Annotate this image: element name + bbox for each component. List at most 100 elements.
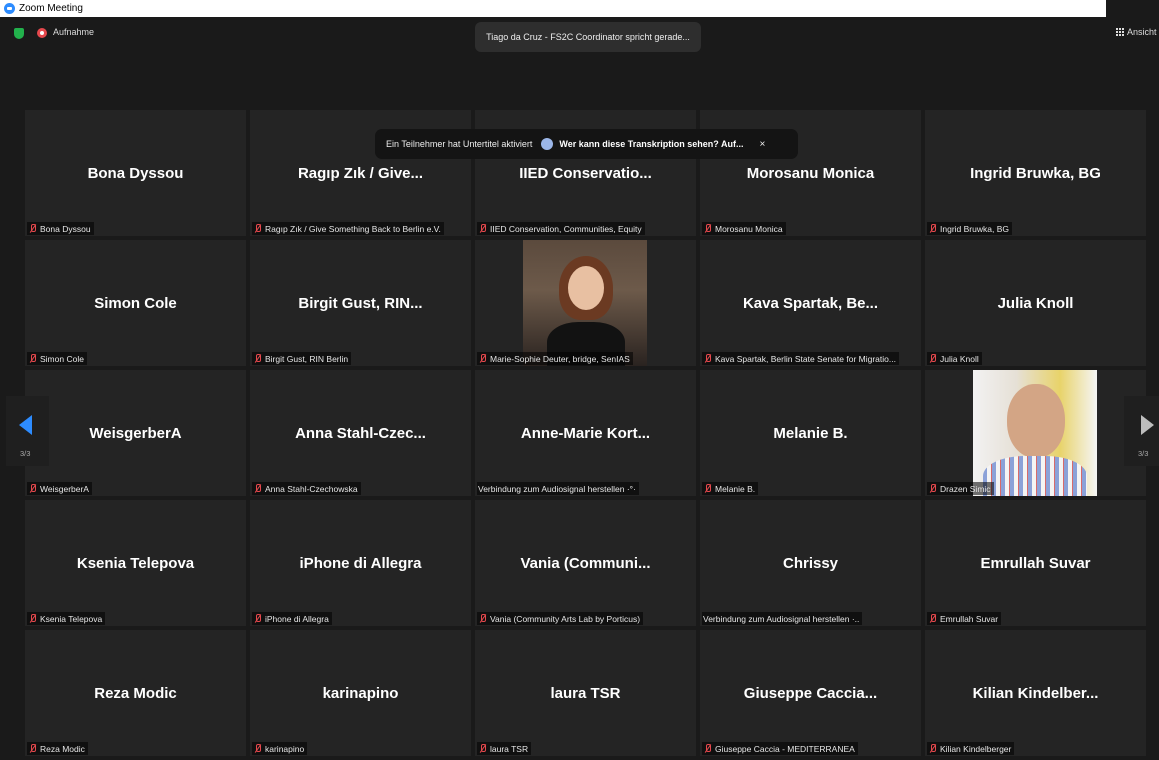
participant-display-name: laura TSR (550, 685, 621, 702)
participant-name-text: Simon Cole (40, 353, 84, 364)
participant-name-text: Giuseppe Caccia - MEDITERRANEA (715, 743, 855, 754)
participant-name-label: Anna Stahl-Czechowska (252, 482, 361, 495)
close-icon[interactable]: × (759, 139, 765, 150)
participant-tile[interactable]: laura TSR laura TSR (475, 630, 696, 756)
shield-icon[interactable] (14, 28, 24, 39)
previous-page-button[interactable]: 3/3 (6, 396, 49, 466)
participant-tile[interactable]: Reza Modic Reza Modic (25, 630, 246, 756)
mic-muted-icon (703, 743, 712, 754)
participant-video (973, 370, 1097, 496)
participant-name-label: Ingrid Bruwka, BG (927, 222, 1012, 235)
meeting-topbar: Aufnahme Tiago da Cruz - FS2C Coordinato… (0, 17, 1159, 57)
person-icon (541, 138, 554, 150)
participant-display-name: Vania (Communi... (520, 555, 651, 572)
zoom-logo-icon (4, 3, 15, 14)
mic-muted-icon (703, 483, 712, 494)
next-page-button[interactable]: 3/3 (1124, 396, 1159, 466)
participant-name-text: WeisgerberA (40, 483, 89, 494)
active-speaker-indicator: Tiago da Cruz - FS2C Coordinator spricht… (475, 22, 701, 52)
participant-tile[interactable]: Birgit Gust, RIN... Birgit Gust, RIN Berl… (250, 240, 471, 366)
participant-display-name: Melanie B. (773, 425, 848, 442)
active-speaker-text: Tiago da Cruz - FS2C Coordinator spricht… (486, 32, 690, 42)
participant-tile[interactable]: iPhone di Allegra iPhone di Allegra (250, 500, 471, 626)
participant-name-label: laura TSR (477, 742, 532, 755)
participant-display-name: Anne-Marie Kort... (520, 425, 651, 442)
participant-name-text: laura TSR (490, 743, 529, 754)
participant-name-label: Ksenia Telepova (27, 612, 106, 625)
mic-muted-icon (253, 353, 262, 364)
participant-tile[interactable]: Ingrid Bruwka, BG Ingrid Bruwka, BG (925, 110, 1146, 236)
mic-muted-icon (28, 743, 37, 754)
participant-name-text: Marie-Sophie Deuter, bridge, SenIAS (490, 353, 630, 364)
participant-tile[interactable]: Kava Spartak, Be... Kava Spartak, Berlin … (700, 240, 921, 366)
participant-name-text: Melanie B. (715, 483, 756, 494)
participant-tile[interactable]: Marie-Sophie Deuter, bridge, SenIAS (475, 240, 696, 366)
mic-muted-icon (478, 223, 487, 234)
page-indicator-left: 3/3 (20, 449, 31, 458)
view-label: Ansicht (1127, 27, 1157, 37)
record-icon[interactable] (37, 28, 47, 38)
arrow-right-icon (1141, 415, 1154, 435)
participant-display-name: Birgit Gust, RIN... (298, 295, 423, 312)
participant-display-name: iPhone di Allegra (299, 555, 422, 572)
participant-tile[interactable]: Emrullah Suvar Emrullah Suvar (925, 500, 1146, 626)
participant-display-name: Anna Stahl-Czec... (295, 425, 426, 442)
participant-tile[interactable]: WeisgerberA WeisgerberA (25, 370, 246, 496)
participant-name-label: Melanie B. (702, 482, 759, 495)
mic-muted-icon (928, 743, 937, 754)
mic-muted-icon (28, 613, 37, 624)
mic-muted-icon (253, 613, 262, 624)
participant-name-text: Verbindung zum Audiosignal herstellen ·.… (703, 613, 860, 624)
mic-muted-icon (28, 483, 37, 494)
participant-name-label: Kilian Kindelberger (927, 742, 1015, 755)
participant-display-name: Morosanu Monica (746, 165, 875, 182)
participant-tile[interactable]: Julia Knoll Julia Knoll (925, 240, 1146, 366)
participant-tile[interactable]: Bona Dyssou Bona Dyssou (25, 110, 246, 236)
recording-label[interactable]: Aufnahme (53, 27, 94, 37)
participant-tile[interactable]: Vania (Communi... Vania (Community Arts L… (475, 500, 696, 626)
participant-name-text: Julia Knoll (940, 353, 979, 364)
participant-name-label: Giuseppe Caccia - MEDITERRANEA (702, 742, 858, 755)
participant-display-name: Emrullah Suvar (980, 555, 1091, 572)
participant-name-label: Kava Spartak, Berlin State Senate for Mi… (702, 352, 899, 365)
participant-display-name: Kilian Kindelber... (972, 685, 1099, 702)
participant-display-name: Ragıp Zık / Give... (297, 165, 424, 182)
participant-name-label: Simon Cole (27, 352, 87, 365)
participant-tile[interactable]: Chrissy Verbindung zum Audiosignal herste… (700, 500, 921, 626)
arrow-left-icon (19, 415, 32, 435)
transcript-visibility-link[interactable]: Wer kann diese Transkription sehen? Auf.… (559, 139, 743, 149)
participant-name-label: Verbindung zum Audiosignal herstellen ·.… (702, 612, 863, 625)
participant-name-label: Emrullah Suvar (927, 612, 1002, 625)
participant-name-text: Birgit Gust, RIN Berlin (265, 353, 349, 364)
grid-icon (1116, 28, 1124, 36)
mic-muted-icon (478, 743, 487, 754)
view-button[interactable]: Ansicht (1116, 27, 1157, 37)
participant-tile[interactable]: Giuseppe Caccia... Giuseppe Caccia - MEDI… (700, 630, 921, 756)
participant-display-name: Chrissy (782, 555, 839, 572)
participant-tile[interactable]: Ksenia Telepova Ksenia Telepova (25, 500, 246, 626)
mic-muted-icon (928, 353, 937, 364)
participant-name-label: Birgit Gust, RIN Berlin (252, 352, 352, 365)
participant-tile[interactable]: Drazen Simic (925, 370, 1146, 496)
participant-name-label: Morosanu Monica (702, 222, 786, 235)
participant-display-name: Ksenia Telepova (76, 555, 195, 572)
participant-name-text: Emrullah Suvar (940, 613, 999, 624)
mic-muted-icon (253, 483, 262, 494)
participant-name-label: WeisgerberA (27, 482, 92, 495)
participant-video (523, 240, 647, 366)
mic-muted-icon (928, 483, 937, 494)
participant-tile[interactable]: Anna Stahl-Czec... Anna Stahl-Czechowska (250, 370, 471, 496)
participant-tile[interactable]: Kilian Kindelber... Kilian Kindelberger (925, 630, 1146, 756)
participant-tile[interactable]: Melanie B. Melanie B. (700, 370, 921, 496)
participant-tile[interactable]: karinapino karinapino (250, 630, 471, 756)
participant-name-text: Ksenia Telepova (40, 613, 103, 624)
participant-tile[interactable]: Simon Cole Simon Cole (25, 240, 246, 366)
participant-tile[interactable]: Anne-Marie Kort... Verbindung zum Audiosi… (475, 370, 696, 496)
participant-name-label: karinapino (252, 742, 308, 755)
participant-name-text: Morosanu Monica (715, 223, 783, 234)
participant-name-label: Bona Dyssou (27, 222, 94, 235)
participant-name-text: karinapino (265, 743, 305, 754)
mic-muted-icon (928, 613, 937, 624)
window-title: Zoom Meeting (19, 3, 83, 14)
participant-display-name: Julia Knoll (997, 295, 1074, 312)
